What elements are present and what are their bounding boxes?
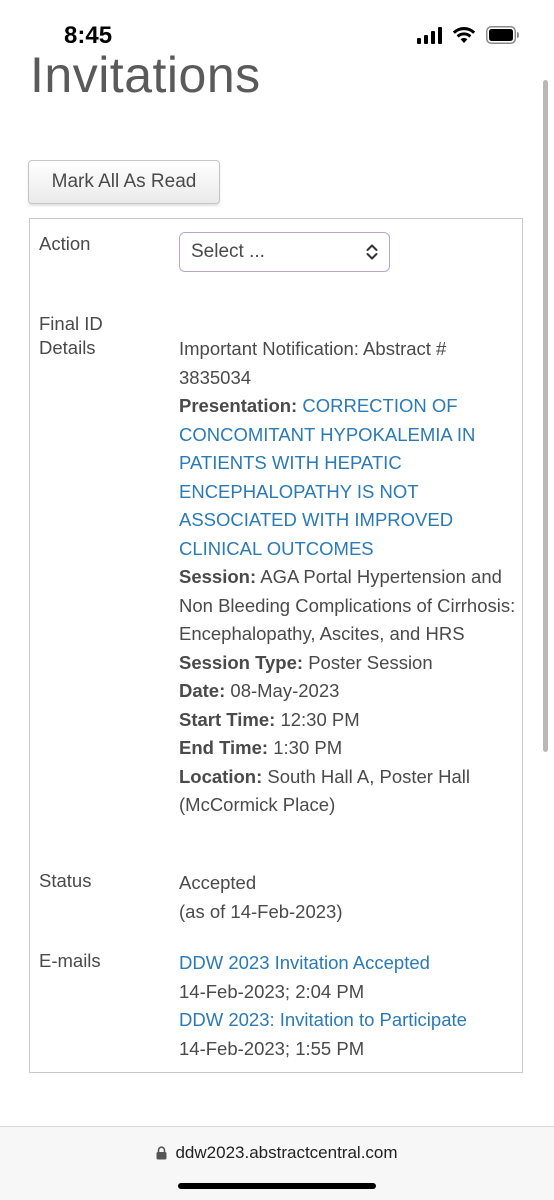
start-time-row: Start Time: 12:30 PM [179, 706, 519, 735]
presentation-label: Presentation: [179, 395, 298, 416]
session-type-row: Session Type: Poster Session [179, 649, 519, 678]
location-row: Location: South Hall A, Poster Hall (McC… [179, 763, 519, 820]
address-bar[interactable]: ddw2023.abstractcentral.com [0, 1143, 554, 1163]
final-id-label-line1: Final ID [39, 313, 103, 334]
email-timestamp-2: 14-Feb-2023; 1:55 PM [179, 1037, 365, 1059]
invitation-card: Action Select ... Final ID Details Impor… [29, 218, 523, 1073]
location-label: Location: [179, 765, 263, 787]
session-row: Session: AGA Portal Hypertension and Non… [179, 563, 519, 649]
scrollbar-thumb[interactable] [543, 80, 548, 752]
start-time-value: 12:30 PM [280, 708, 360, 730]
presentation-title-line-1[interactable]: CORRECTION OF [302, 395, 457, 416]
scrollbar[interactable] [543, 80, 548, 760]
presentation-title-line-5[interactable]: ASSOCIATED WITH IMPROVED [179, 506, 519, 535]
email-link-2[interactable]: DDW 2023: Invitation to Participate [179, 1006, 519, 1035]
page-title: Invitations [30, 47, 261, 103]
wifi-icon [452, 27, 476, 43]
presentation-title-line-3[interactable]: PATIENTS WITH HEPATIC [179, 449, 519, 478]
action-select-value: Select ... [191, 241, 265, 262]
action-label: Action [39, 233, 91, 254]
end-time-label: End Time: [179, 737, 269, 758]
notification-text: Important Notification: Abstract # 38350… [179, 338, 447, 388]
cellular-signal-icon [417, 26, 442, 44]
status-value: Accepted [179, 872, 257, 893]
presentation-row: Presentation: CORRECTION OF [179, 392, 519, 421]
status-icons [417, 26, 520, 44]
emails-list: DDW 2023 Invitation Accepted 14-Feb-2023… [179, 949, 519, 1063]
status-label: Status [39, 870, 92, 891]
date-value: 08-May-2023 [230, 680, 340, 701]
select-chevron-icon [366, 244, 378, 260]
emails-label: E-mails [39, 950, 101, 971]
end-time-value: 1:30 PM [273, 737, 343, 758]
mark-all-as-read-button[interactable]: Mark All As Read [28, 160, 220, 204]
lock-icon [156, 1146, 167, 1160]
date-label: Date: [179, 680, 226, 701]
action-select[interactable]: Select ... [179, 232, 390, 272]
status-value-block: Accepted (as of 14-Feb-2023) [179, 869, 519, 926]
battery-icon [486, 26, 519, 44]
final-id-label-line2: Details [39, 337, 96, 358]
presentation-title-line-4[interactable]: ENCEPHALOPATHY IS NOT [179, 478, 519, 507]
session-type-label: Session Type: [179, 651, 304, 673]
final-id-details: Important Notification: Abstract # 38350… [179, 335, 519, 820]
url-text: ddw2023.abstractcentral.com [175, 1143, 398, 1162]
start-time-label: Start Time: [179, 708, 276, 730]
session-label: Session: [179, 566, 257, 587]
session-type-value: Poster Session [308, 651, 433, 673]
browser-bottom-bar: ddw2023.abstractcentral.com [0, 1126, 554, 1200]
presentation-title-line-6[interactable]: CLINICAL OUTCOMES [179, 535, 519, 564]
final-id-label: Final ID Details [39, 312, 103, 360]
page: 8:45 Invitations Mark All As Read Action… [0, 0, 554, 1200]
email-timestamp-1: 14-Feb-2023; 2:04 PM [179, 980, 365, 1002]
email-link-1[interactable]: DDW 2023 Invitation Accepted [179, 949, 519, 978]
date-row: Date: 08-May-2023 [179, 677, 519, 706]
home-indicator[interactable] [178, 1183, 376, 1189]
status-as-of: (as of 14-Feb-2023) [179, 900, 343, 922]
end-time-row: End Time: 1:30 PM [179, 734, 519, 763]
presentation-title-line-2[interactable]: CONCOMITANT HYPOKALEMIA IN [179, 421, 519, 450]
